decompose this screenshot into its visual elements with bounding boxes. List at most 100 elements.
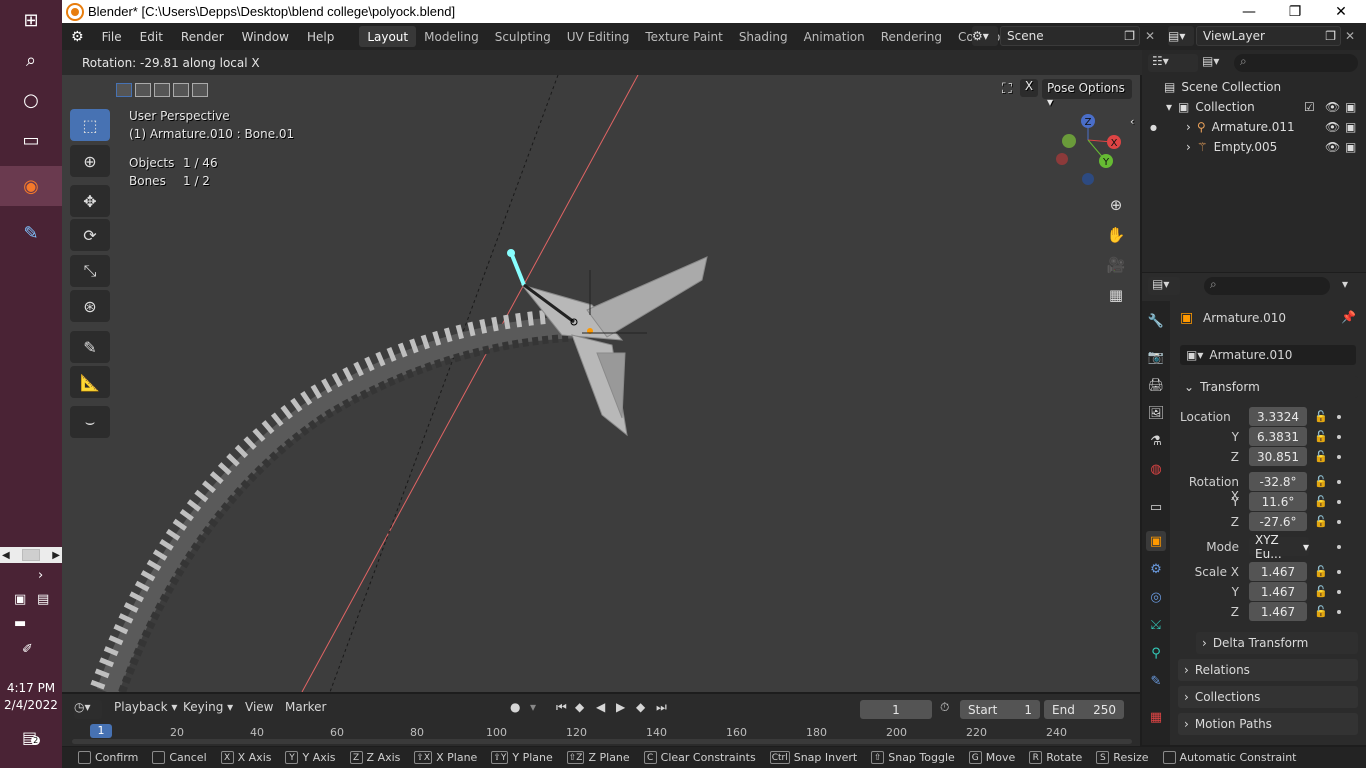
constraints-tab-icon[interactable]: ⤩ bbox=[1146, 615, 1166, 635]
visibility-eye-icon[interactable]: 👁 bbox=[1325, 100, 1340, 114]
modifiers-tab-icon[interactable]: ⚙ bbox=[1146, 559, 1166, 579]
windows-start-icon[interactable]: ⊞ bbox=[0, 0, 62, 40]
chevron-right-icon[interactable]: › bbox=[38, 568, 43, 583]
motion-paths-section[interactable]: › Motion Paths bbox=[1178, 713, 1358, 735]
rotation-mode-dropdown[interactable]: XYZ Eu... ▾ bbox=[1249, 533, 1309, 561]
expand-item-icon[interactable]: › bbox=[1186, 120, 1191, 134]
expand-item-icon[interactable]: › bbox=[1186, 140, 1191, 154]
tab-modeling[interactable]: Modeling bbox=[416, 26, 487, 47]
3d-viewport[interactable]: Z X Y ⛶ X Pose Options ▾ User Perspectiv… bbox=[62, 75, 1140, 692]
menu-file[interactable]: File bbox=[93, 23, 131, 50]
rotation-z-field[interactable]: -27.6° bbox=[1249, 512, 1307, 531]
cursor-tool-icon[interactable]: ⊕ bbox=[70, 145, 110, 177]
viewlayer-field[interactable]: ViewLayer ❐ bbox=[1196, 26, 1341, 46]
pose-options-dropdown[interactable]: Pose Options ▾ bbox=[1042, 79, 1132, 109]
tab-animation[interactable]: Animation bbox=[796, 26, 873, 47]
cortana-icon[interactable]: ○ bbox=[0, 80, 62, 120]
taskbar-scroll[interactable]: ◀ ▶ bbox=[0, 547, 62, 563]
lock-icon[interactable]: 🔓 bbox=[1314, 585, 1328, 598]
minimize-button[interactable]: — bbox=[1226, 0, 1272, 23]
measure-tool-icon[interactable]: 📐 bbox=[70, 366, 110, 398]
task-view-icon[interactable]: ▭ bbox=[0, 120, 62, 160]
collection-row[interactable]: ▾ ▣ Collection ☑ 👁 ▣ bbox=[1142, 97, 1366, 117]
view-layer-tab-icon[interactable]: 🖼 bbox=[1146, 403, 1166, 423]
lock-icon[interactable]: 🔓 bbox=[1314, 450, 1328, 463]
object-tab-icon[interactable]: ▣ bbox=[1146, 531, 1166, 551]
scroll-thumb[interactable] bbox=[22, 549, 40, 561]
new-viewlayer-icon[interactable]: ❐ bbox=[1325, 29, 1340, 43]
rotation-x-field[interactable]: -32.8° bbox=[1249, 472, 1307, 491]
network-icon[interactable]: ▬ bbox=[14, 616, 26, 631]
render-camera-icon[interactable]: ▣ bbox=[1345, 140, 1356, 154]
menu-playback[interactable]: Playback ▾ bbox=[114, 700, 177, 714]
properties-search-input[interactable]: ⌕ bbox=[1204, 277, 1330, 295]
zoom-icon[interactable]: ⊕ bbox=[1103, 192, 1129, 218]
current-frame-field[interactable]: 1 bbox=[860, 700, 932, 719]
blender-menu-icon[interactable]: ⚙ bbox=[62, 23, 93, 50]
scene-selector-icon[interactable]: ⚙▾ bbox=[972, 26, 998, 46]
next-keyframe-icon[interactable]: ◆ bbox=[636, 700, 645, 714]
record-button[interactable]: ● bbox=[510, 700, 520, 714]
sidebar-toggle-icon[interactable]: ‹ bbox=[1130, 115, 1134, 128]
keyframe-dot-icon[interactable] bbox=[1337, 455, 1341, 459]
location-x-field[interactable]: 3.3324 bbox=[1249, 407, 1307, 426]
keyframe-dot-icon[interactable] bbox=[1337, 435, 1341, 439]
move-tool-icon[interactable]: ✥ bbox=[70, 185, 110, 217]
scene-field[interactable]: Scene ❐ bbox=[1000, 26, 1140, 46]
render-camera-icon[interactable]: ▣ bbox=[1345, 120, 1356, 134]
collection-checkbox[interactable]: ☑ bbox=[1304, 100, 1315, 114]
scene-tab-icon[interactable]: ⚗ bbox=[1146, 431, 1166, 451]
scroll-right-icon[interactable]: ▶ bbox=[52, 550, 60, 561]
keyframe-dot-icon[interactable] bbox=[1337, 520, 1341, 524]
transform-section-header[interactable]: ⌄ Transform bbox=[1178, 376, 1358, 398]
end-frame-field[interactable]: End 250 bbox=[1044, 700, 1124, 719]
select-mode-subtract-icon[interactable] bbox=[154, 83, 170, 97]
visibility-eye-icon[interactable]: 👁 bbox=[1325, 140, 1340, 154]
expand-collection-icon[interactable]: ▾ bbox=[1166, 100, 1172, 114]
tab-sculpting[interactable]: Sculpting bbox=[487, 26, 559, 47]
keyframe-dot-icon[interactable] bbox=[1337, 590, 1341, 594]
location-z-field[interactable]: 30.851 bbox=[1249, 447, 1307, 466]
delete-viewlayer-icon[interactable]: ✕ bbox=[1345, 29, 1355, 43]
object-name-field[interactable]: ▣▾ Armature.010 bbox=[1180, 345, 1356, 365]
current-frame-marker[interactable]: 1 bbox=[90, 724, 112, 738]
camera-view-icon[interactable]: 🎥 bbox=[1103, 252, 1129, 278]
blender-app-icon[interactable]: ◉ bbox=[0, 166, 62, 206]
visibility-eye-icon[interactable]: 👁 bbox=[1325, 120, 1340, 134]
properties-editor-type-icon[interactable]: ▤▾ bbox=[1148, 277, 1180, 295]
scroll-left-icon[interactable]: ◀ bbox=[2, 550, 10, 561]
lock-icon[interactable]: 🔓 bbox=[1314, 495, 1328, 508]
keyframe-dot-icon[interactable] bbox=[1337, 570, 1341, 574]
delta-transform-section[interactable]: › Delta Transform bbox=[1196, 632, 1358, 654]
new-scene-icon[interactable]: ❐ bbox=[1124, 29, 1139, 43]
bone-envelope-tool-icon[interactable]: ⌣ bbox=[70, 406, 110, 438]
outliner-item[interactable]: › ⚚ Empty.005 👁 ▣ bbox=[1142, 137, 1366, 157]
outliner-display-mode-icon[interactable]: ▤▾ bbox=[1202, 54, 1230, 72]
outliner-search-input[interactable]: ⌕ bbox=[1234, 54, 1358, 72]
collections-section[interactable]: › Collections bbox=[1178, 686, 1358, 708]
jump-start-icon[interactable]: ⏮ bbox=[556, 700, 567, 715]
tab-layout[interactable]: Layout bbox=[359, 26, 417, 47]
auto-keying-options-icon[interactable]: ▾ bbox=[530, 700, 536, 714]
scale-y-field[interactable]: 1.467 bbox=[1249, 582, 1307, 601]
mirror-x-toggle[interactable]: X bbox=[1020, 79, 1038, 97]
render-camera-icon[interactable]: ▣ bbox=[1345, 100, 1356, 114]
lock-icon[interactable]: 🔓 bbox=[1314, 410, 1328, 423]
menu-render[interactable]: Render bbox=[172, 23, 233, 50]
menu-marker[interactable]: Marker bbox=[285, 700, 326, 714]
notification-icon[interactable]: ▤2 bbox=[22, 728, 41, 747]
location-y-field[interactable]: 6.3831 bbox=[1249, 427, 1307, 446]
screenshot-icon[interactable]: ▤ bbox=[37, 592, 49, 607]
scale-z-field[interactable]: 1.467 bbox=[1249, 602, 1307, 621]
armature-data-tab-icon[interactable]: ⚲ bbox=[1146, 643, 1166, 663]
tool-tab-icon[interactable]: 🔧 bbox=[1146, 311, 1166, 331]
transform-tool-icon[interactable]: ⊛ bbox=[70, 290, 110, 322]
scene-collection-row[interactable]: ▤ Scene Collection bbox=[1142, 77, 1366, 97]
relations-section[interactable]: › Relations bbox=[1178, 659, 1358, 681]
play-reverse-icon[interactable]: ◀ bbox=[596, 700, 605, 714]
output-tab-icon[interactable]: 🖨 bbox=[1146, 375, 1166, 395]
restore-button[interactable]: ❐ bbox=[1272, 0, 1318, 23]
menu-window[interactable]: Window bbox=[233, 23, 298, 50]
paint-app-icon[interactable]: ✎ bbox=[0, 213, 62, 253]
collection-tab-icon[interactable]: ▭ bbox=[1146, 497, 1166, 517]
